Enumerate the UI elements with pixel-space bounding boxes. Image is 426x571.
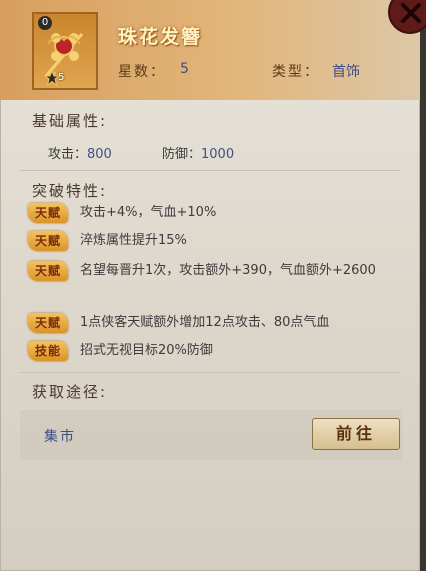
trait-tag: 天赋 <box>28 313 68 333</box>
trait-tag: 天赋 <box>28 261 68 281</box>
item-count-badge: 0 <box>38 16 52 30</box>
item-icon-frame[interactable]: 0 5 <box>32 12 98 90</box>
trait-tag: 天赋 <box>28 231 68 251</box>
attack-stat: 攻击：800 <box>48 143 112 162</box>
section-divider <box>20 170 400 171</box>
stars-value: 5 <box>180 61 189 77</box>
stars-label: 星数： <box>118 64 166 80</box>
attack-label: 攻击： <box>48 147 88 162</box>
base-attributes-title: 基础属性: <box>32 112 108 130</box>
defense-label: 防御： <box>162 147 202 162</box>
trait-text: 名望每晋升1次，攻击额外+390，气血额外+2600 <box>80 263 376 278</box>
defense-stat: 防御：1000 <box>162 143 234 162</box>
section-divider <box>20 372 400 373</box>
source-name: 集市 <box>44 429 76 445</box>
close-icon <box>401 3 421 23</box>
trait-text: 1点侠客天赋额外增加12点攻击、80点气血 <box>80 315 330 330</box>
defense-value: 1000 <box>201 147 235 162</box>
acquisition-title: 获取途径: <box>32 383 108 401</box>
item-header: 0 5 珠花发簪 星数： 5 类型： 首饰 <box>0 0 420 100</box>
type-value: 首饰 <box>332 64 360 80</box>
trait-text: 招式无视目标20%防御 <box>80 343 213 358</box>
item-name: 珠花发簪 <box>118 26 203 48</box>
goto-button[interactable]: 前往 <box>312 418 400 450</box>
attack-value: 800 <box>87 147 112 162</box>
item-detail-panel: 0 5 珠花发簪 星数： 5 类型： 首饰 基础属性: 攻击：800 防御：10… <box>0 0 426 571</box>
trait-tag: 技能 <box>28 341 68 361</box>
trait-text: 淬炼属性提升15% <box>80 233 187 248</box>
breakthrough-title: 突破特性: <box>32 182 108 200</box>
trait-text: 攻击+4%，气血+10% <box>80 205 217 220</box>
type-label: 类型： <box>272 64 320 80</box>
item-star-level: 5 <box>58 72 65 83</box>
trait-tag: 天赋 <box>28 203 68 223</box>
acquisition-source-row: 集市 前往 <box>20 410 402 460</box>
